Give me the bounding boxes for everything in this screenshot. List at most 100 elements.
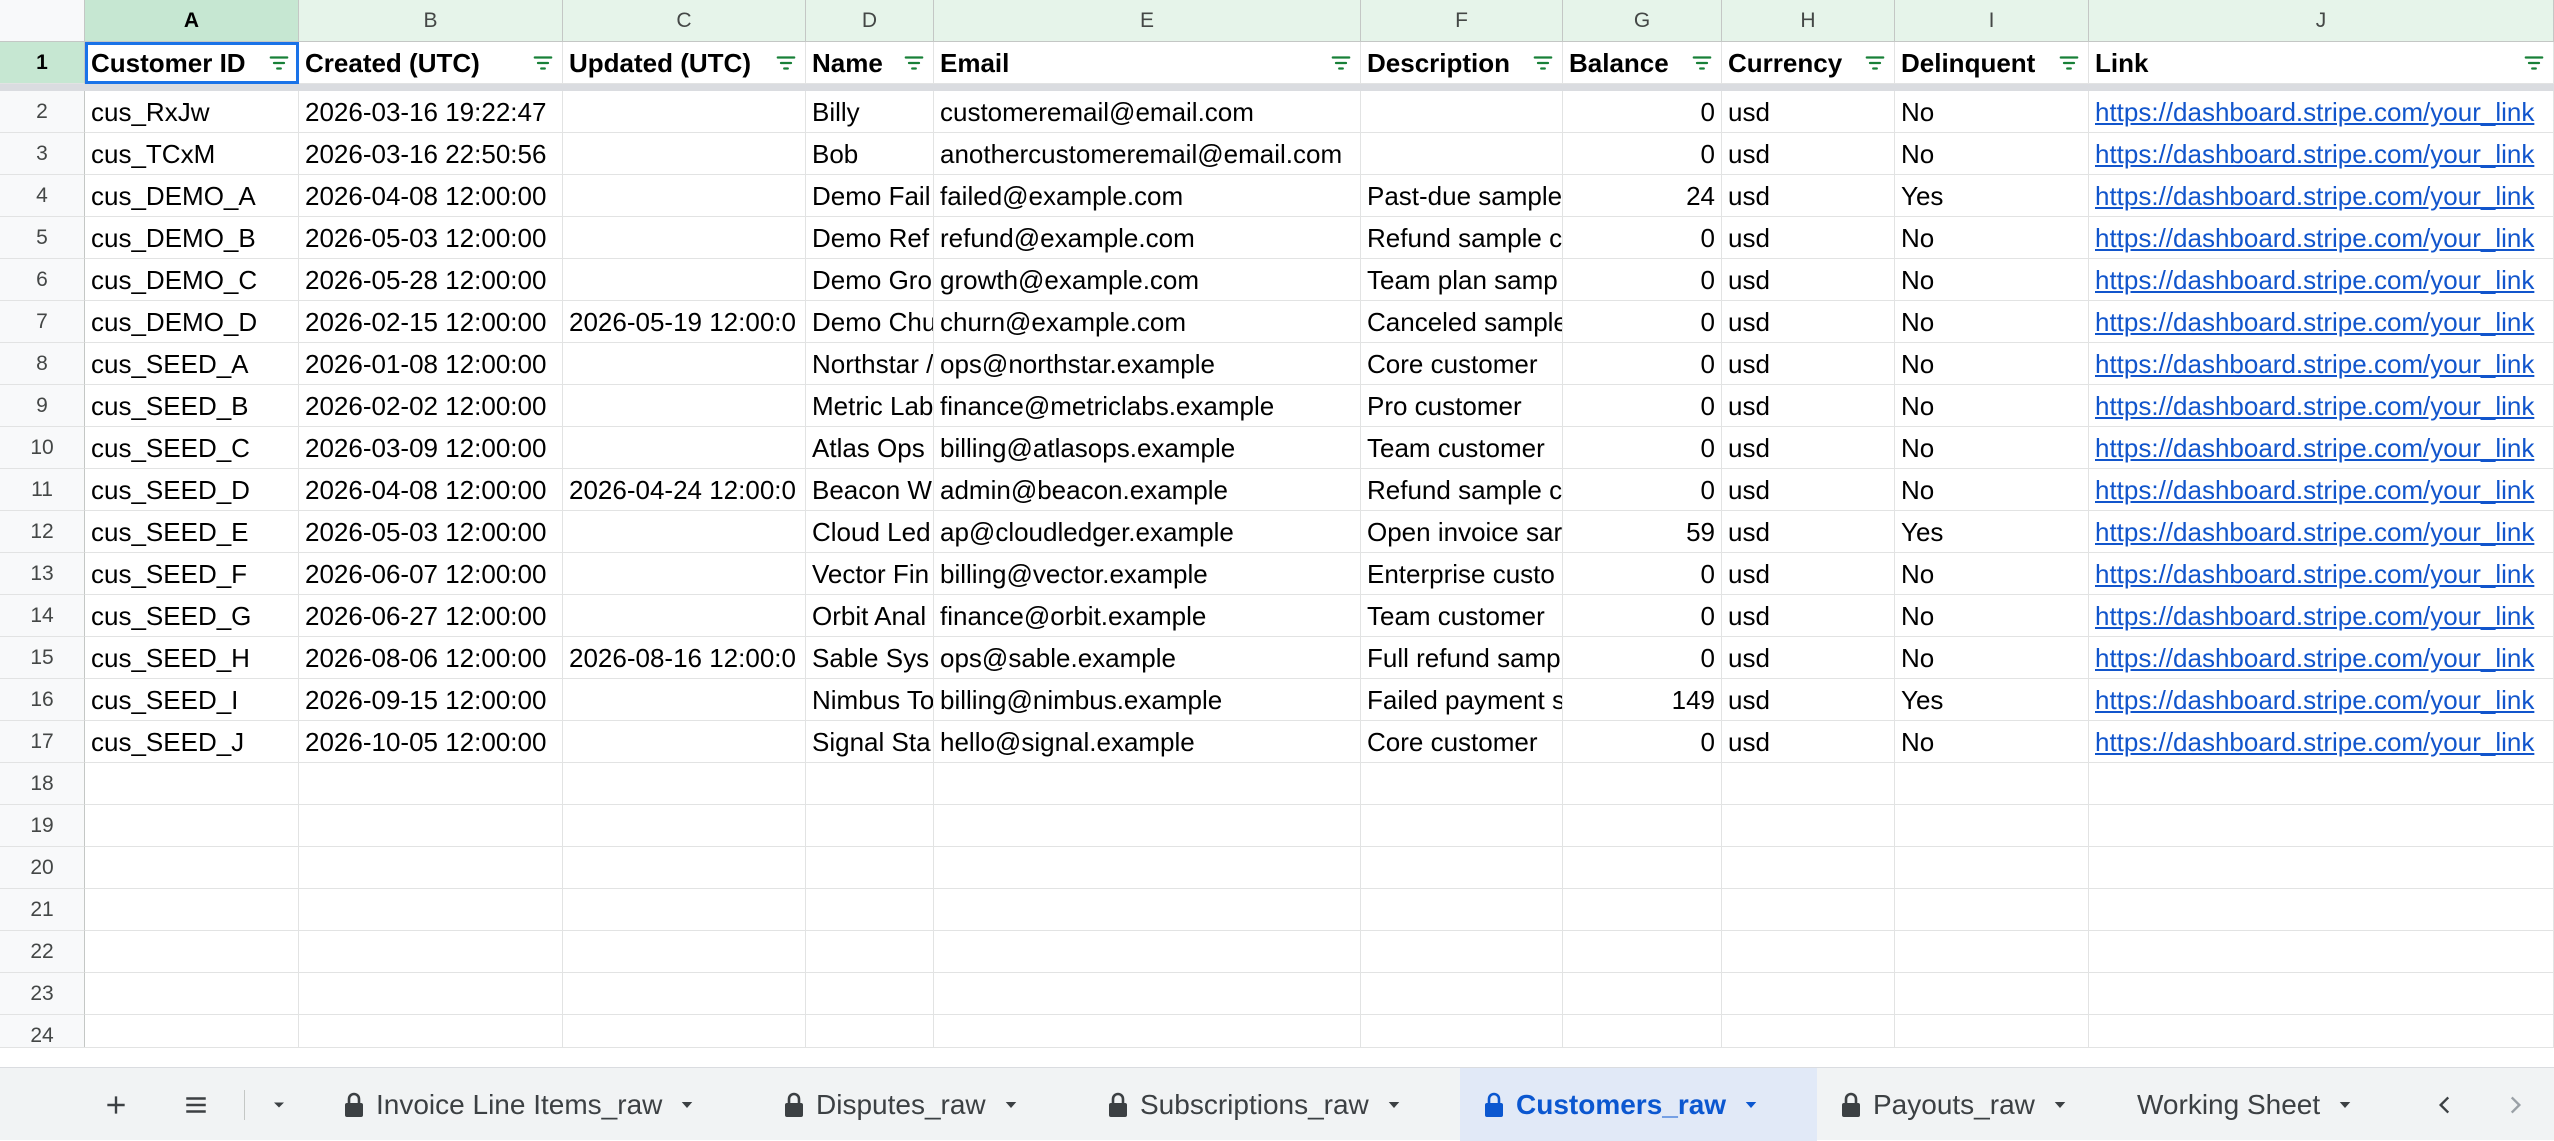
- row-number[interactable]: 13: [0, 553, 85, 595]
- table-cell[interactable]: cus_RxJw: [85, 91, 299, 133]
- empty-cell[interactable]: [1722, 805, 1895, 847]
- table-cell[interactable]: cus_SEED_J: [85, 721, 299, 763]
- table-cell[interactable]: No: [1895, 259, 2089, 301]
- row-number[interactable]: 12: [0, 511, 85, 553]
- column-letter-c[interactable]: C: [563, 0, 806, 42]
- table-cell[interactable]: Full refund samp: [1361, 637, 1563, 679]
- empty-cell[interactable]: [1722, 973, 1895, 1015]
- table-cell[interactable]: Team customer: [1361, 595, 1563, 637]
- tab-customers-raw[interactable]: Customers_raw: [1460, 1068, 1817, 1141]
- table-cell[interactable]: Team plan samp: [1361, 259, 1563, 301]
- empty-cell[interactable]: [1361, 1015, 1563, 1047]
- select-all-corner[interactable]: [0, 0, 85, 42]
- customer-link[interactable]: https://dashboard.stripe.com/your_link: [2089, 175, 2554, 217]
- table-cell[interactable]: cus_SEED_D: [85, 469, 299, 511]
- empty-cell[interactable]: [934, 931, 1361, 973]
- filter-icon[interactable]: [532, 52, 554, 74]
- row-number[interactable]: 17: [0, 721, 85, 763]
- table-cell[interactable]: [563, 679, 806, 721]
- empty-cell[interactable]: [1895, 847, 2089, 889]
- empty-cell[interactable]: [1563, 889, 1722, 931]
- customer-link[interactable]: https://dashboard.stripe.com/your_link: [2089, 259, 2554, 301]
- row-number[interactable]: 10: [0, 427, 85, 469]
- table-cell[interactable]: usd: [1722, 679, 1895, 721]
- chevron-down-icon[interactable]: [1385, 1096, 1403, 1114]
- table-cell[interactable]: No: [1895, 427, 2089, 469]
- customer-link[interactable]: https://dashboard.stripe.com/your_link: [2089, 553, 2554, 595]
- table-cell[interactable]: usd: [1722, 469, 1895, 511]
- header-cell-delinquent[interactable]: Delinquent: [1895, 42, 2089, 84]
- column-letter-h[interactable]: H: [1722, 0, 1895, 42]
- scroll-tabs-right-button[interactable]: [2490, 1068, 2540, 1141]
- table-cell[interactable]: 0: [1563, 343, 1722, 385]
- table-cell[interactable]: Refund sample c: [1361, 217, 1563, 259]
- table-cell[interactable]: hello@signal.example: [934, 721, 1361, 763]
- customer-link[interactable]: https://dashboard.stripe.com/your_link: [2089, 133, 2554, 175]
- empty-cell[interactable]: [563, 931, 806, 973]
- empty-cell[interactable]: [1361, 805, 1563, 847]
- table-cell[interactable]: Yes: [1895, 679, 2089, 721]
- table-cell[interactable]: cus_DEMO_A: [85, 175, 299, 217]
- table-cell[interactable]: Yes: [1895, 175, 2089, 217]
- tab-subscriptions-raw[interactable]: Subscriptions_raw: [1084, 1068, 1460, 1141]
- table-cell[interactable]: ops@northstar.example: [934, 343, 1361, 385]
- table-cell[interactable]: Sable Sys: [806, 637, 934, 679]
- table-cell[interactable]: growth@example.com: [934, 259, 1361, 301]
- table-cell[interactable]: usd: [1722, 385, 1895, 427]
- empty-cell[interactable]: [1895, 805, 2089, 847]
- table-cell[interactable]: 0: [1563, 553, 1722, 595]
- table-cell[interactable]: Core customer: [1361, 721, 1563, 763]
- empty-cell[interactable]: [299, 973, 563, 1015]
- table-cell[interactable]: [563, 91, 806, 133]
- table-cell[interactable]: billing@atlasops.example: [934, 427, 1361, 469]
- row-number[interactable]: 24: [0, 1015, 85, 1047]
- add-sheet-button[interactable]: [88, 1068, 144, 1141]
- table-cell[interactable]: ops@sable.example: [934, 637, 1361, 679]
- empty-cell[interactable]: [1895, 763, 2089, 805]
- table-cell[interactable]: Yes: [1895, 511, 2089, 553]
- empty-cell[interactable]: [1895, 889, 2089, 931]
- empty-cell[interactable]: [1722, 847, 1895, 889]
- column-letter-g[interactable]: G: [1563, 0, 1722, 42]
- table-cell[interactable]: cus_SEED_F: [85, 553, 299, 595]
- filter-icon[interactable]: [268, 52, 290, 74]
- empty-cell[interactable]: [1361, 973, 1563, 1015]
- table-cell[interactable]: Billy: [806, 91, 934, 133]
- table-cell[interactable]: [563, 427, 806, 469]
- table-cell[interactable]: cus_SEED_E: [85, 511, 299, 553]
- header-cell-description[interactable]: Description: [1361, 42, 1563, 84]
- table-cell[interactable]: Northstar /: [806, 343, 934, 385]
- table-cell[interactable]: Failed payment s: [1361, 679, 1563, 721]
- table-cell[interactable]: No: [1895, 343, 2089, 385]
- table-cell[interactable]: 2026-09-15 12:00:00: [299, 679, 563, 721]
- table-cell[interactable]: No: [1895, 301, 2089, 343]
- empty-cell[interactable]: [563, 805, 806, 847]
- table-cell[interactable]: No: [1895, 385, 2089, 427]
- row-number[interactable]: 6: [0, 259, 85, 301]
- filter-icon[interactable]: [2058, 52, 2080, 74]
- filter-icon[interactable]: [775, 52, 797, 74]
- customer-link[interactable]: https://dashboard.stripe.com/your_link: [2089, 385, 2554, 427]
- empty-cell[interactable]: [934, 889, 1361, 931]
- table-cell[interactable]: 149: [1563, 679, 1722, 721]
- scroll-tabs-left-button[interactable]: [2420, 1068, 2470, 1141]
- empty-cell[interactable]: [1563, 931, 1722, 973]
- table-cell[interactable]: usd: [1722, 637, 1895, 679]
- empty-cell[interactable]: [1361, 763, 1563, 805]
- customer-link[interactable]: https://dashboard.stripe.com/your_link: [2089, 679, 2554, 721]
- table-cell[interactable]: failed@example.com: [934, 175, 1361, 217]
- row-number[interactable]: 18: [0, 763, 85, 805]
- table-cell[interactable]: 2026-04-24 12:00:0: [563, 469, 806, 511]
- empty-cell[interactable]: [934, 973, 1361, 1015]
- header-cell-currency[interactable]: Currency: [1722, 42, 1895, 84]
- empty-cell[interactable]: [85, 931, 299, 973]
- table-cell[interactable]: 2026-01-08 12:00:00: [299, 343, 563, 385]
- table-cell[interactable]: Demo Gro: [806, 259, 934, 301]
- table-cell[interactable]: Canceled sample: [1361, 301, 1563, 343]
- table-cell[interactable]: [563, 259, 806, 301]
- row-number[interactable]: 20: [0, 847, 85, 889]
- table-cell[interactable]: cus_TCxM: [85, 133, 299, 175]
- empty-cell[interactable]: [1895, 973, 2089, 1015]
- table-cell[interactable]: Metric Lab: [806, 385, 934, 427]
- customer-link[interactable]: https://dashboard.stripe.com/your_link: [2089, 637, 2554, 679]
